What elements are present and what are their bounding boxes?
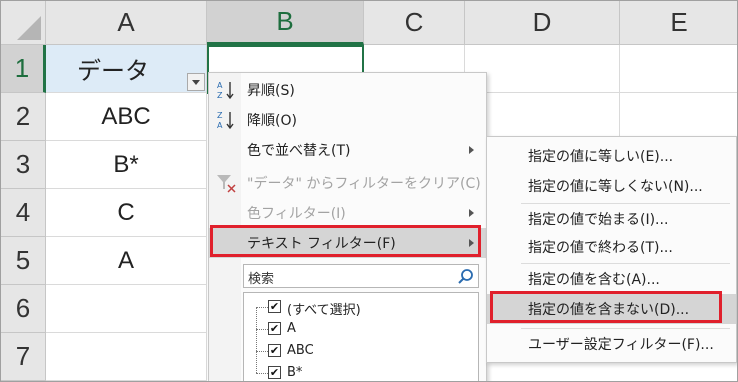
- tree-connector: [256, 307, 257, 329]
- sort-ascending-item[interactable]: A Z 昇順(S): [209, 75, 486, 105]
- list-item-a[interactable]: ✔ A: [244, 307, 474, 341]
- submenu-item-begins-with[interactable]: 指定の値で始まる(I)...: [487, 204, 736, 234]
- cell-a1[interactable]: データ: [46, 45, 207, 93]
- clear-filter-label: "データ" からフィルターをクリア(C): [247, 176, 481, 192]
- svg-text:A: A: [217, 81, 223, 90]
- filter-dropdown-button[interactable]: [187, 73, 205, 91]
- submenu-item-label: 指定の値に等しくない(N)...: [528, 179, 703, 195]
- row-header-2[interactable]: 2: [1, 93, 46, 141]
- submenu-item-label: 指定の値で始まる(I)...: [528, 212, 669, 228]
- dropdown-arrow-icon: [192, 79, 200, 85]
- sort-descending-label: 降順(O): [247, 113, 297, 129]
- cell-a3[interactable]: B*: [46, 141, 207, 189]
- cell-a5[interactable]: A: [46, 237, 207, 285]
- cell-a2[interactable]: ABC: [46, 93, 207, 141]
- column-header-e[interactable]: E: [620, 1, 737, 45]
- submenu-item-ends-with[interactable]: 指定の値で終わる(T)...: [487, 232, 736, 262]
- submenu-item-equals[interactable]: 指定の値に等しい(E)...: [487, 141, 736, 171]
- svg-text:Z: Z: [217, 91, 223, 100]
- tree-connector: [256, 351, 257, 373]
- filter-value-list: ✔ (すべて選択) ✔ A ✔ ABC ✔ B*: [243, 292, 479, 381]
- cell-a1-text: データ: [77, 57, 149, 85]
- submenu-item-label: 指定の値を含む(A)...: [528, 272, 660, 288]
- row-header-7[interactable]: 7: [1, 333, 46, 381]
- column-header-b[interactable]: B: [207, 1, 364, 45]
- cell-d1[interactable]: [465, 45, 620, 93]
- column-header-a[interactable]: A: [46, 1, 207, 45]
- color-filter-item: 色フィルター(I): [209, 198, 486, 228]
- text-filter-submenu: 指定の値に等しい(E)... 指定の値に等しくない(N)... 指定の値で始まる…: [486, 136, 737, 363]
- tree-connector: [256, 329, 257, 351]
- search-icon[interactable]: [457, 268, 474, 285]
- select-all-triangle-icon: [17, 16, 41, 40]
- submenu-item-custom-filter[interactable]: ユーザー設定フィルター(F)...: [487, 329, 736, 359]
- list-item-abc[interactable]: ✔ ABC: [244, 329, 474, 363]
- row-header-1[interactable]: 1: [1, 45, 46, 93]
- sort-by-color-item[interactable]: 色で並べ替え(T): [209, 135, 486, 165]
- cell-e1[interactable]: [620, 45, 737, 93]
- checkbox-checked-icon[interactable]: ✔: [268, 366, 281, 379]
- row-header-6[interactable]: 6: [1, 285, 46, 333]
- color-filter-label: 色フィルター(I): [247, 206, 346, 222]
- checkbox-checked-icon[interactable]: ✔: [268, 300, 281, 313]
- svg-text:A: A: [217, 121, 223, 130]
- row-header-4[interactable]: 4: [1, 189, 46, 237]
- row-header-5[interactable]: 5: [1, 237, 46, 285]
- list-item-label: (すべて選択): [287, 303, 361, 318]
- svg-text:Z: Z: [217, 111, 223, 120]
- list-item-label: A: [287, 321, 296, 336]
- cell-a6[interactable]: [46, 285, 207, 333]
- highlight-does-not-contain: [490, 291, 722, 323]
- list-item-select-all[interactable]: ✔ (すべて選択): [244, 297, 474, 319]
- sort-ascending-icon: A Z: [217, 81, 234, 100]
- cell-a4[interactable]: C: [46, 189, 207, 237]
- submenu-item-label: 指定の値で終わる(T)...: [528, 240, 673, 256]
- checkbox-checked-icon[interactable]: ✔: [268, 322, 281, 335]
- clear-filter-icon: [217, 175, 236, 193]
- filter-search-input[interactable]: 検索: [243, 264, 479, 288]
- highlight-text-filter: [210, 225, 481, 257]
- select-all-corner[interactable]: [1, 1, 46, 45]
- tree-connector: [256, 373, 268, 374]
- list-item-label: ABC: [287, 343, 314, 358]
- sort-descending-item[interactable]: Z A 降順(O): [209, 105, 486, 135]
- submenu-item-label: 指定の値に等しい(E)...: [528, 149, 674, 165]
- sort-descending-icon: Z A: [217, 111, 234, 130]
- submenu-item-not-equal[interactable]: 指定の値に等しくない(N)...: [487, 171, 736, 201]
- tree-connector: [256, 351, 268, 352]
- submenu-item-contains[interactable]: 指定の値を含む(A)...: [487, 264, 736, 294]
- tree-connector: [256, 329, 268, 330]
- cell-e2[interactable]: [620, 93, 737, 141]
- tree-connector: [256, 307, 268, 308]
- sort-ascending-label: 昇順(S): [247, 83, 295, 99]
- cell-a7[interactable]: [46, 333, 207, 381]
- cell-d2[interactable]: [465, 93, 620, 141]
- column-header-d[interactable]: D: [465, 1, 620, 45]
- clear-filter-item: "データ" からフィルターをクリア(C): [209, 168, 486, 198]
- checkbox-checked-icon[interactable]: ✔: [268, 344, 281, 357]
- submenu-item-label: ユーザー設定フィルター(F)...: [528, 337, 714, 353]
- spreadsheet-window: A B C D E 1 2 3 4 5 6 7 データ ABC B* C A A…: [0, 0, 738, 382]
- row-header-3[interactable]: 3: [1, 141, 46, 189]
- list-item-label: B*: [287, 365, 303, 380]
- submenu-arrow-icon: [469, 209, 474, 217]
- search-placeholder: 検索: [248, 272, 275, 287]
- list-item-b-star[interactable]: ✔ B*: [244, 351, 474, 381]
- submenu-arrow-icon: [469, 146, 474, 154]
- column-header-c[interactable]: C: [364, 1, 465, 45]
- sort-by-color-label: 色で並べ替え(T): [247, 143, 351, 159]
